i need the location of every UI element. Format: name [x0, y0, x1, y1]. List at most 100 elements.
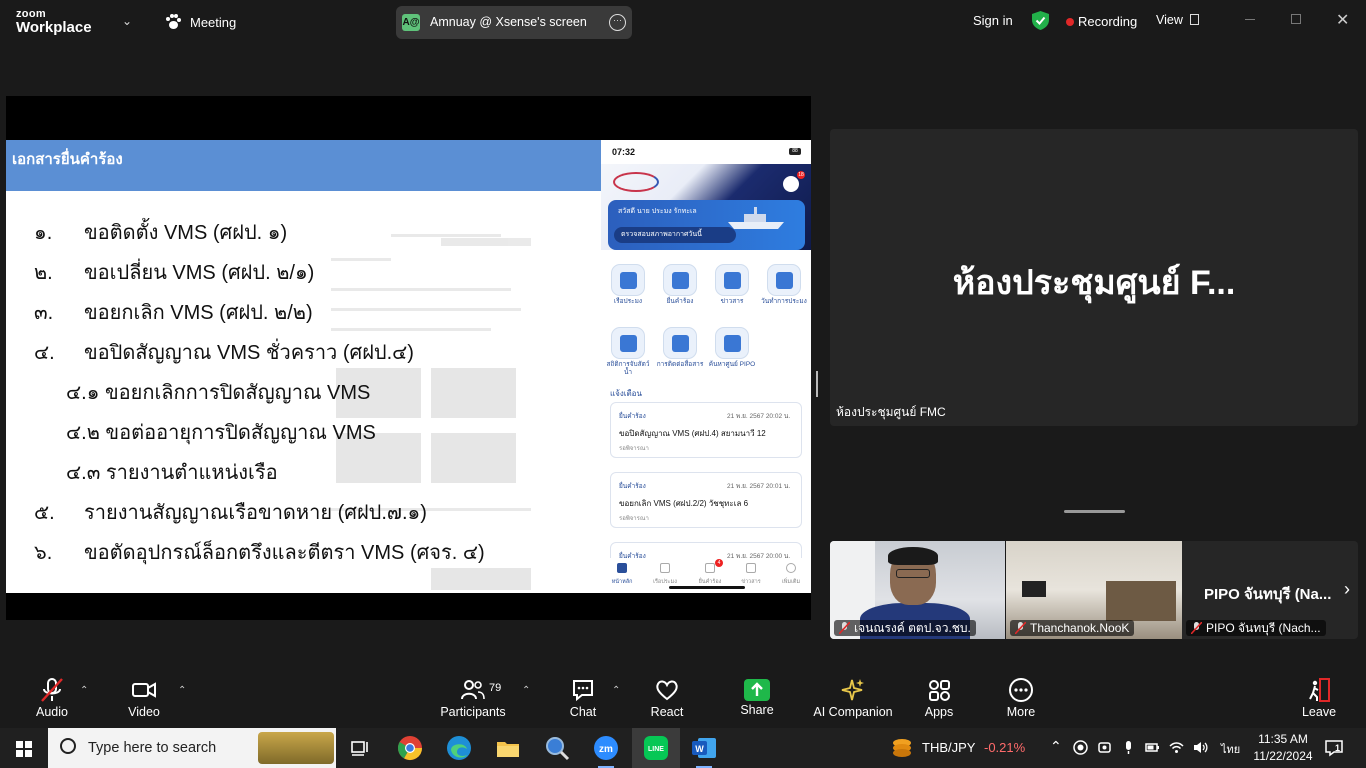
mic-muted-icon: [839, 622, 850, 634]
wifi-tray-icon[interactable]: [1169, 740, 1184, 755]
chat-button[interactable]: Chat: [560, 677, 606, 719]
notification-card[interactable]: ยื่นคำร้อง 21 พ.ย. 2567 20:02 น. ขอปิดสั…: [610, 402, 802, 458]
active-speaker-tile[interactable]: ห้องประชุมศูนย์ F... ห้องประชุมศูนย์ FMC: [830, 129, 1358, 426]
chat-options-caret[interactable]: ⌃: [612, 685, 620, 696]
meeting-paw-icon[interactable]: [164, 13, 182, 31]
card-title: ขอยกเลิก VMS (ศฝป.2/2) วัชชุทะเล 6: [619, 499, 749, 508]
check-weather-button[interactable]: ตรวจสอบสภาพอากาศวันนี้: [614, 227, 736, 243]
svg-text:W: W: [695, 744, 704, 754]
ticker-change[interactable]: -0.21%: [984, 740, 1025, 755]
menu-tile-news[interactable]: [715, 264, 749, 296]
notification-card[interactable]: ยื่นคำร้อง 21 พ.ย. 2567 20:01 น. ขอยกเลิ…: [610, 472, 802, 528]
chevron-right-icon[interactable]: ›: [1344, 579, 1350, 600]
ai-companion-button[interactable]: AI Companion: [810, 677, 896, 719]
more-button[interactable]: More: [998, 677, 1044, 719]
view-button[interactable]: View: [1156, 13, 1183, 27]
participants-label: Participants: [440, 705, 506, 719]
more-options-icon[interactable]: ···: [609, 14, 626, 31]
microphone-tray-icon[interactable]: [1121, 740, 1136, 755]
home-icon[interactable]: [617, 563, 627, 573]
slide-subitem-2: ๔.๒ ขอต่ออายุการปิดสัญญาณ VMS: [66, 422, 376, 444]
news-nav-icon[interactable]: [746, 563, 756, 573]
meeting-menu[interactable]: Meeting: [190, 15, 236, 30]
clock-date[interactable]: 11/22/2024: [1250, 749, 1316, 763]
menu-tile-catch-stats[interactable]: [611, 327, 645, 359]
leave-button[interactable]: Leave: [1296, 677, 1342, 719]
nav-request[interactable]: ยื่นคำร้อง: [693, 578, 727, 586]
split-view-handle[interactable]: [816, 371, 818, 397]
gear-icon[interactable]: [786, 563, 796, 573]
menu-tile-contact[interactable]: [663, 327, 697, 359]
nav-news[interactable]: ข่าวสาร: [734, 578, 768, 586]
magnifier-app-icon[interactable]: [543, 734, 571, 762]
slide-item-3: ๓. ขอยกเลิก VMS (ศฝป. ๒/๒): [34, 302, 313, 324]
video-button[interactable]: Video: [120, 677, 168, 719]
menu-tile-find-pipo[interactable]: [715, 327, 749, 359]
file-explorer-icon[interactable]: [494, 734, 522, 762]
taskbar-search-box[interactable]: Type here to search: [48, 728, 336, 768]
ticker-symbol[interactable]: THB/JPY: [922, 740, 975, 755]
input-language[interactable]: ไทย: [1221, 740, 1240, 758]
boat-nav-icon[interactable]: [660, 563, 670, 573]
room-shelf: [1106, 581, 1176, 621]
audio-options-caret[interactable]: ⌃: [80, 685, 88, 696]
audio-button[interactable]: Audio: [28, 677, 76, 719]
participant-name-tag: Thanchanok.NooK: [1010, 620, 1135, 636]
tray-chevron-up-icon[interactable]: ⌃: [1050, 738, 1062, 755]
line-app-icon[interactable]: LINE: [642, 734, 670, 762]
sharing-indicator[interactable]: A@ Amnuay @ Xsense's screen ···: [396, 6, 632, 39]
svg-text:zm: zm: [599, 744, 613, 755]
slide-item-2: ๒. ขอเปลี่ยน VMS (ศฝป. ๒/๑): [34, 262, 315, 284]
participant-video-tile[interactable]: เจนณรงค์ ตตป.จว.ชบ.: [830, 541, 1005, 639]
participants-options-caret[interactable]: ⌃: [522, 685, 530, 696]
recording-indicator[interactable]: Recording: [1078, 14, 1137, 29]
participant-video-tile[interactable]: Thanchanok.NooK: [1006, 541, 1182, 639]
volume-tray-icon[interactable]: [1193, 740, 1208, 755]
recording-dot-icon: [1066, 18, 1074, 26]
word-app-icon[interactable]: W: [690, 734, 718, 762]
menu-label-find-pipo: ค้นหาศูนย์ PIPO: [708, 361, 756, 368]
webcam-tray-icon[interactable]: [1097, 740, 1112, 755]
menu-tile-submit-request[interactable]: [663, 264, 697, 296]
nav-request-badge: 4: [715, 559, 723, 567]
edge-icon[interactable]: [445, 734, 473, 762]
task-view-icon[interactable]: [346, 734, 374, 762]
request-nav-icon[interactable]: [705, 563, 715, 573]
record-tray-icon[interactable]: [1073, 740, 1088, 755]
window-minimize-button[interactable]: [1245, 19, 1255, 20]
sign-in-button[interactable]: Sign in: [973, 13, 1013, 28]
currency-widget-icon[interactable]: [888, 734, 916, 762]
notification-center-icon[interactable]: [1325, 739, 1343, 757]
windows-start-icon[interactable]: [16, 741, 32, 757]
heart-icon: [656, 680, 678, 701]
menu-tile-fishing-days[interactable]: [767, 264, 801, 296]
notifications-heading: แจ้งเตือน: [610, 389, 642, 398]
chevron-down-icon[interactable]: ⌄: [122, 14, 132, 28]
chrome-icon[interactable]: [396, 734, 424, 762]
battery-tray-icon[interactable]: [1145, 740, 1160, 755]
react-button[interactable]: React: [644, 677, 690, 719]
nav-boat[interactable]: เรือประมง: [648, 578, 682, 586]
share-button[interactable]: Share: [734, 677, 780, 717]
window-maximize-button[interactable]: [1291, 14, 1301, 24]
headset-icon: [672, 335, 689, 352]
menu-label-submit-request: ยื่นคำร้อง: [666, 298, 694, 305]
bell-icon[interactable]: [783, 176, 799, 192]
nav-more[interactable]: เพิ่มเติม: [774, 578, 808, 586]
nav-home[interactable]: หน้าหลัก: [605, 578, 639, 586]
clock-time[interactable]: 11:35 AM: [1255, 732, 1311, 746]
shield-check-icon[interactable]: [1032, 11, 1049, 30]
zoom-app-icon[interactable]: zm: [592, 734, 620, 762]
apps-button[interactable]: Apps: [916, 677, 962, 719]
video-label: Video: [128, 705, 160, 719]
menu-tile-fishing-boat[interactable]: [611, 264, 645, 296]
window-close-button[interactable]: ✕: [1336, 10, 1349, 30]
leave-label: Leave: [1301, 705, 1337, 719]
participant-video-tile[interactable]: PIPO จันทบุรี (Na... › PIPO จันทบุรี (Na…: [1182, 541, 1358, 639]
gallery-scrollbar[interactable]: [1064, 510, 1125, 513]
welcome-text: สวัสดี นาย ประมง รักทะเล: [618, 208, 697, 215]
view-layout-icon[interactable]: [1190, 14, 1199, 25]
menu-label-contact: การติดต่อสื่อสาร: [656, 361, 704, 368]
presentation-slide: เอกสารยื่นคำร้อง ๑. ขอติดตั้ง VMS (ศฝป. ๑…: [6, 140, 601, 593]
video-options-caret[interactable]: ⌃: [178, 685, 186, 696]
